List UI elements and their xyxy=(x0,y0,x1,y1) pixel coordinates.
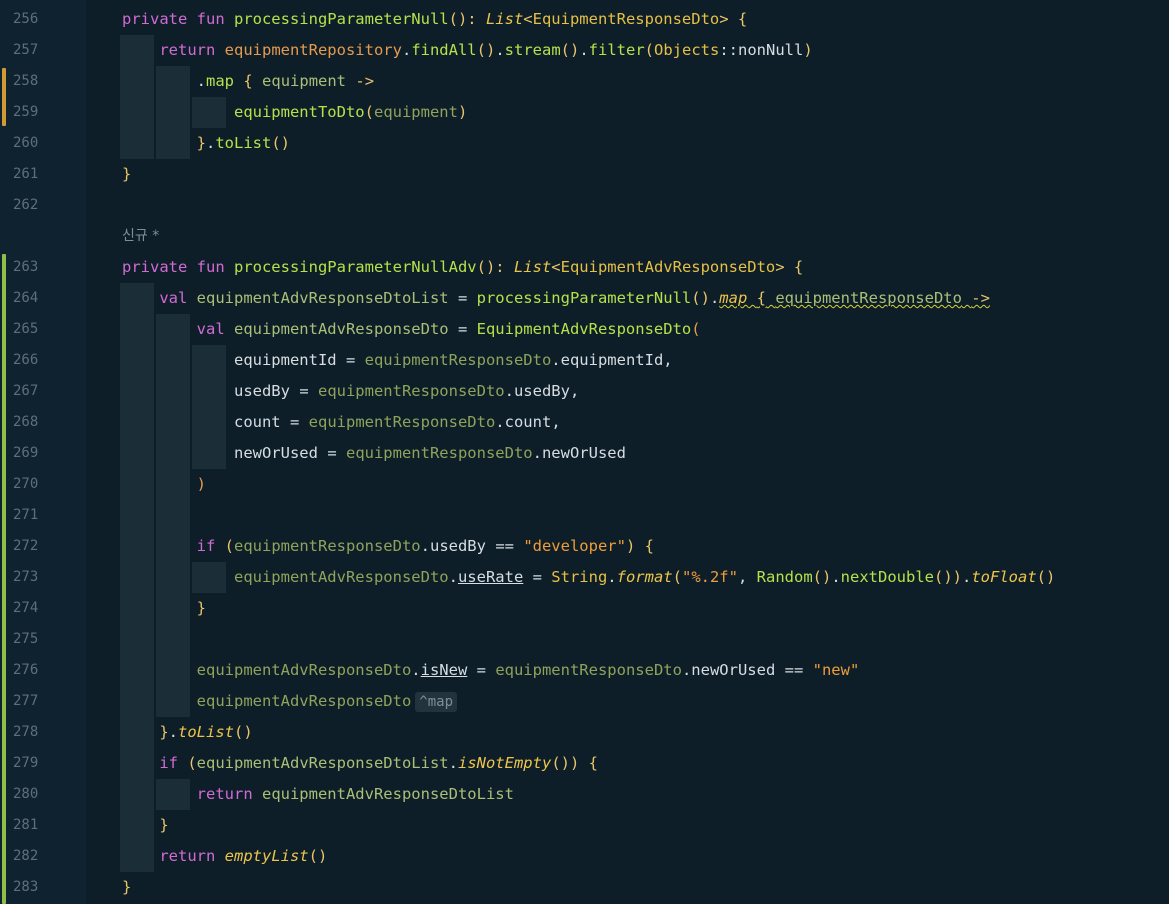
code-line[interactable]: val equipmentAdvResponseDtoList = proces… xyxy=(122,283,990,314)
line-number: 279 xyxy=(13,755,39,771)
line-number: 272 xyxy=(13,538,39,554)
line-number: 266 xyxy=(13,352,39,368)
line-number-gutter[interactable]: 256 257 258 259 260 261 262 263 264 265 … xyxy=(0,0,86,904)
vcs-added-marker[interactable] xyxy=(2,254,6,904)
code-line[interactable]: equipmentId = equipmentResponseDto.equip… xyxy=(122,345,673,376)
line-number: 268 xyxy=(13,414,39,430)
line-number: 260 xyxy=(13,135,39,151)
code-line[interactable]: return equipmentAdvResponseDtoList xyxy=(122,779,514,810)
code-line[interactable]: val equipmentAdvResponseDto = EquipmentA… xyxy=(122,314,701,345)
code-line[interactable]: } xyxy=(122,872,131,903)
code-line[interactable]: } xyxy=(122,593,206,624)
line-number: 282 xyxy=(13,848,39,864)
line-number: 262 xyxy=(13,197,39,213)
line-number: 280 xyxy=(13,786,39,802)
code-line[interactable]: return equipmentRepository.findAll().str… xyxy=(122,35,812,66)
line-number: 261 xyxy=(13,166,39,182)
line-number: 283 xyxy=(13,879,39,895)
code-line[interactable]: private fun processingParameterNullAdv()… xyxy=(122,252,803,283)
line-number: 269 xyxy=(13,445,39,461)
line-number: 265 xyxy=(13,321,39,337)
line-number: 281 xyxy=(13,817,39,833)
code-line[interactable]: }.toList() xyxy=(122,717,252,748)
code-line[interactable]: equipmentAdvResponseDto.useRate = String… xyxy=(122,562,1055,593)
vcs-modified-marker[interactable] xyxy=(2,68,6,126)
code-line[interactable]: equipmentToDto(equipment) xyxy=(122,97,467,128)
line-number: 264 xyxy=(13,290,39,306)
lambda-return-hint: ^map xyxy=(415,692,458,712)
line-number: 273 xyxy=(13,569,39,585)
code-line[interactable]: usedBy = equipmentResponseDto.usedBy, xyxy=(122,376,579,407)
code-line[interactable]: if (equipmentResponseDto.usedBy == "deve… xyxy=(122,531,654,562)
line-number: 270 xyxy=(13,476,39,492)
code-line[interactable]: ) xyxy=(122,469,206,500)
code-line[interactable]: equipmentAdvResponseDto ^map xyxy=(122,686,458,717)
line-number: 276 xyxy=(13,662,39,678)
line-number: 275 xyxy=(13,631,39,647)
line-number: 277 xyxy=(13,693,39,709)
code-line[interactable]: } xyxy=(122,810,168,841)
code-line[interactable]: count = equipmentResponseDto.count, xyxy=(122,407,561,438)
line-number: 259 xyxy=(13,104,39,120)
code-line[interactable]: newOrUsed = equipmentResponseDto.newOrUs… xyxy=(122,438,626,469)
line-number: 257 xyxy=(13,42,39,58)
code-line[interactable]: }.toList() xyxy=(122,128,290,159)
code-line[interactable]: if (equipmentAdvResponseDtoList.isNotEmp… xyxy=(122,748,598,779)
line-number: 274 xyxy=(13,600,39,616)
code-line[interactable]: private fun processingParameterNull(): L… xyxy=(122,4,747,35)
line-number: 271 xyxy=(13,507,39,523)
code-line[interactable]: equipmentAdvResponseDto.isNew = equipmen… xyxy=(122,655,860,686)
code-line[interactable]: return emptyList() xyxy=(122,841,327,872)
line-number: 263 xyxy=(13,259,39,275)
code-area[interactable]: private fun processingParameterNull(): L… xyxy=(86,0,1169,904)
line-number: 258 xyxy=(13,73,39,89)
line-number: 267 xyxy=(13,383,39,399)
line-number: 278 xyxy=(13,724,39,740)
code-line[interactable]: } xyxy=(122,159,131,190)
author-hint[interactable]: 신규 * xyxy=(122,221,159,252)
code-editor[interactable]: 256 257 258 259 260 261 262 263 264 265 … xyxy=(0,0,1169,904)
line-number: 256 xyxy=(13,11,39,27)
code-line[interactable]: .map { equipment -> xyxy=(122,66,374,97)
